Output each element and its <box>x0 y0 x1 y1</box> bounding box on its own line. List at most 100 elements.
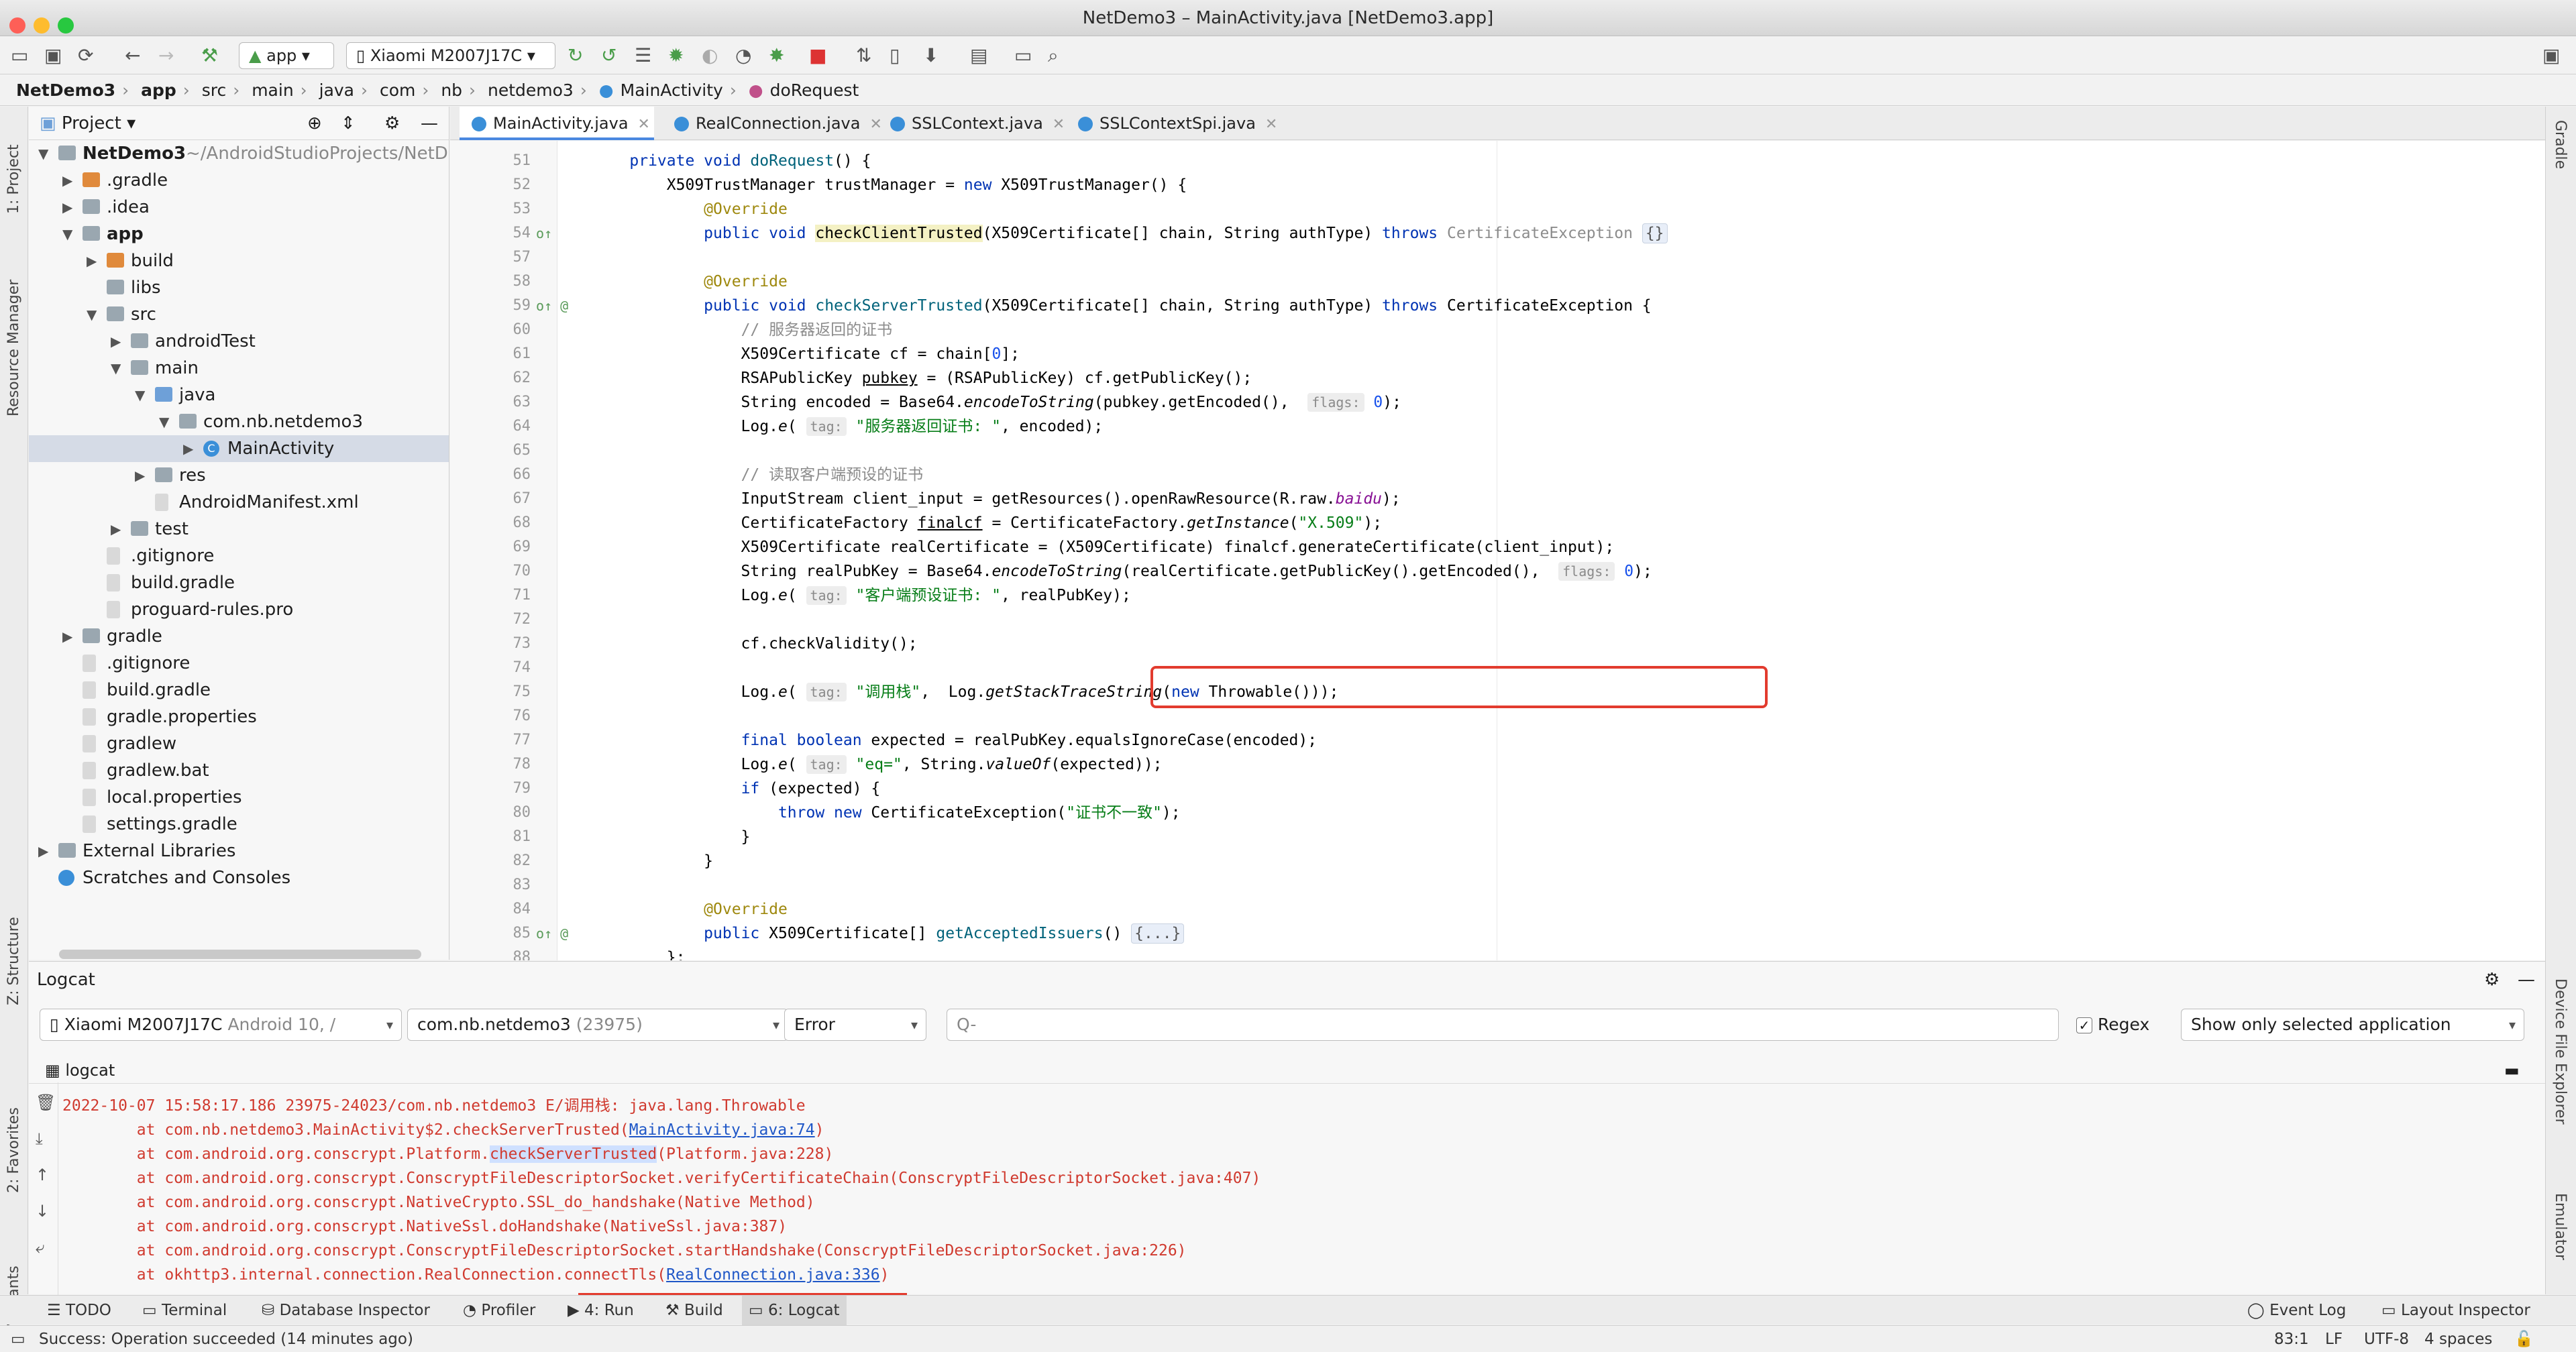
log-line[interactable]: at com.android.org.conscrypt.Platform.ch… <box>62 1142 2518 1166</box>
code-line[interactable]: 68 CertificateFactory finalcf = Certific… <box>450 511 2516 535</box>
tree-item[interactable]: ▶ androidTest <box>29 328 449 355</box>
tree-item[interactable]: ▶ .idea <box>29 194 449 221</box>
layout-inspector-button[interactable]: ▭ Layout Inspector <box>2381 1296 2530 1325</box>
down-icon[interactable]: ↓ <box>36 1202 49 1221</box>
code-line[interactable]: 78 Log.e( tag: "eq=", String.valueOf(exp… <box>450 752 2516 777</box>
override-gutter-icon[interactable]: o↑ @ <box>536 921 568 946</box>
log-line[interactable]: at okhttp3.internal.connection.RealConne… <box>62 1263 2518 1287</box>
code-line[interactable]: 70 String realPubKey = Base64.encodeToSt… <box>450 559 2516 583</box>
close-window-button[interactable] <box>9 17 25 34</box>
back-icon[interactable]: ← <box>125 45 140 66</box>
tool-tab[interactable]: ◔ Profiler <box>456 1296 542 1325</box>
soft-wrap-icon[interactable]: ⤶ <box>36 1238 44 1257</box>
event-log-button[interactable]: ◯ Event Log <box>2247 1296 2346 1325</box>
code-line[interactable]: 52 X509TrustManager trustManager = new X… <box>450 173 2516 197</box>
save-icon[interactable]: ▣ <box>44 45 62 66</box>
chevron-right-icon[interactable]: ▶ <box>87 247 97 274</box>
file-encoding[interactable]: UTF-8 <box>2364 1326 2409 1352</box>
breadcrumb-method[interactable]: doRequest <box>770 80 859 100</box>
log-line[interactable]: at com.android.org.conscrypt.ConscryptFi… <box>62 1166 2518 1190</box>
maximize-window-button[interactable] <box>58 17 74 34</box>
tree-item[interactable]: ▼ com.nb.netdemo3 <box>29 408 449 435</box>
tree-item[interactable]: .gitignore <box>29 650 449 677</box>
tree-item[interactable]: ▼ src <box>29 301 449 328</box>
log-line[interactable]: at com.android.org.conscrypt.NativeCrypt… <box>62 1190 2518 1215</box>
build-hammer-icon[interactable]: ⚒ <box>201 45 218 66</box>
tree-item[interactable]: ▶ .gradle <box>29 167 449 194</box>
tree-item[interactable]: ▼ main <box>29 355 449 382</box>
source-link[interactable]: RealConnection.java:336 <box>666 1266 880 1284</box>
tool-tab[interactable]: ⚒ Build <box>659 1296 730 1325</box>
tree-item[interactable]: ▶ res <box>29 462 449 489</box>
code-line[interactable]: 72 <box>450 608 2516 632</box>
code-line[interactable]: 54 o↑ public void checkClientTrusted(X509… <box>450 221 2516 245</box>
breadcrumb-com[interactable]: com <box>380 80 415 100</box>
gradle-tool-tab[interactable]: Gradle <box>2552 120 2569 169</box>
favorites-tool-tab[interactable]: 2: Favorites <box>5 1107 22 1193</box>
chevron-down-icon[interactable]: ▼ <box>111 355 121 382</box>
open-folder-icon[interactable]: ▭ <box>11 45 28 66</box>
logcat-level-select[interactable]: Error ▾ <box>784 1009 926 1041</box>
code-line[interactable]: 77 final boolean expected = realPubKey.e… <box>450 728 2516 752</box>
scroll-to-end-icon[interactable]: ⤓ <box>36 1129 43 1148</box>
project-structure-icon[interactable]: ▤ <box>970 45 987 66</box>
tree-item[interactable]: ▶ External Libraries <box>29 838 449 864</box>
code-line[interactable]: 85 o↑ @ public X509Certificate[] getAccep… <box>450 921 2516 946</box>
project-view-select[interactable]: Project <box>62 113 121 133</box>
run-icon[interactable]: ☰ <box>635 45 651 66</box>
close-tab-icon[interactable]: ✕ <box>1053 116 1065 133</box>
tree-item[interactable]: ▶ build <box>29 247 449 274</box>
logcat-settings-icon[interactable]: ⚙ <box>2484 962 2500 998</box>
collapse-icon[interactable]: ⇕ <box>341 107 356 140</box>
code-line[interactable]: 73 cf.checkValidity(); <box>450 632 2516 656</box>
log-line[interactable]: at com.nb.netdemo3.MainActivity$2.checkS… <box>62 1118 2518 1142</box>
up-icon[interactable]: ↑ <box>36 1166 49 1184</box>
chevron-right-icon[interactable]: ▶ <box>111 328 121 355</box>
close-tab-icon[interactable]: ✕ <box>638 116 650 133</box>
tool-tab[interactable]: ▭ 6: Logcat <box>742 1296 847 1325</box>
minimize-window-button[interactable] <box>34 17 50 34</box>
attach-debugger-icon[interactable]: ✸ <box>769 45 784 66</box>
tree-item[interactable]: Scratches and Consoles <box>29 864 449 891</box>
stop-icon[interactable]: ■ <box>809 45 826 66</box>
hide-panel-icon[interactable]: — <box>421 107 438 140</box>
code-line[interactable]: 65 <box>450 439 2516 463</box>
tree-item[interactable]: build.gradle <box>29 677 449 703</box>
code-line[interactable]: 53 @Override <box>450 197 2516 221</box>
avd-manager-icon[interactable]: ▯ <box>890 45 900 66</box>
editor-tab[interactable]: MainActivity.java ✕ <box>460 107 654 140</box>
code-line[interactable]: 61 X509Certificate cf = chain[0]; <box>450 342 2516 366</box>
project-tool-tab[interactable]: 1: Project <box>5 144 22 214</box>
code-line[interactable]: 80 throw new CertificateException("证书不一致… <box>450 801 2516 825</box>
sync-icon[interactable]: ⟳ <box>78 45 93 66</box>
apply-code-changes-icon[interactable]: ↺ <box>601 45 616 66</box>
breadcrumb-package[interactable]: netdemo3 <box>488 80 574 100</box>
chevron-right-icon[interactable]: ▶ <box>183 435 193 462</box>
user-icon[interactable]: ▣ <box>2542 45 2560 66</box>
breadcrumb-project[interactable]: NetDemo3 <box>16 80 115 100</box>
code-line[interactable]: 88 }; <box>450 946 2516 960</box>
sdk-manager-icon[interactable]: ⬇ <box>923 45 938 66</box>
code-line[interactable]: 84 @Override <box>450 897 2516 921</box>
coverage-icon[interactable]: ◐ <box>702 45 718 66</box>
chevron-right-icon[interactable]: ▶ <box>62 194 72 221</box>
logcat-search-input[interactable]: Q- <box>947 1009 2059 1041</box>
debug-icon[interactable]: ✹ <box>668 45 684 66</box>
tree-item[interactable]: AndroidManifest.xml <box>29 489 449 516</box>
locate-icon[interactable]: ⊕ <box>307 107 322 140</box>
code-line[interactable]: 64 Log.e( tag: "服务器返回证书: ", encoded); <box>450 414 2516 439</box>
tree-item[interactable]: settings.gradle <box>29 811 449 838</box>
chevron-right-icon[interactable]: ▶ <box>62 623 72 650</box>
code-line[interactable]: 59 o↑ @ public void checkServerTrusted(X5… <box>450 294 2516 318</box>
tree-item[interactable]: build.gradle <box>29 569 449 596</box>
regex-checkbox[interactable]: ✓ Regex <box>2076 1009 2149 1041</box>
chevron-down-icon[interactable]: ▼ <box>135 382 145 408</box>
breadcrumb-nb[interactable]: nb <box>441 80 462 100</box>
breadcrumb-main[interactable]: main <box>252 80 293 100</box>
run-config-select[interactable]: ▲ app ▾ <box>239 42 334 69</box>
tree-item[interactable]: ▶ test <box>29 516 449 543</box>
tool-tab[interactable]: ▭ Terminal <box>136 1296 233 1325</box>
tree-item[interactable]: ▼ NetDemo3 ~/AndroidStudioProjects/NetD <box>29 140 449 167</box>
log-line[interactable]: at com.android.org.conscrypt.NativeSsl.d… <box>62 1215 2518 1239</box>
project-hscrollbar[interactable] <box>59 950 421 959</box>
